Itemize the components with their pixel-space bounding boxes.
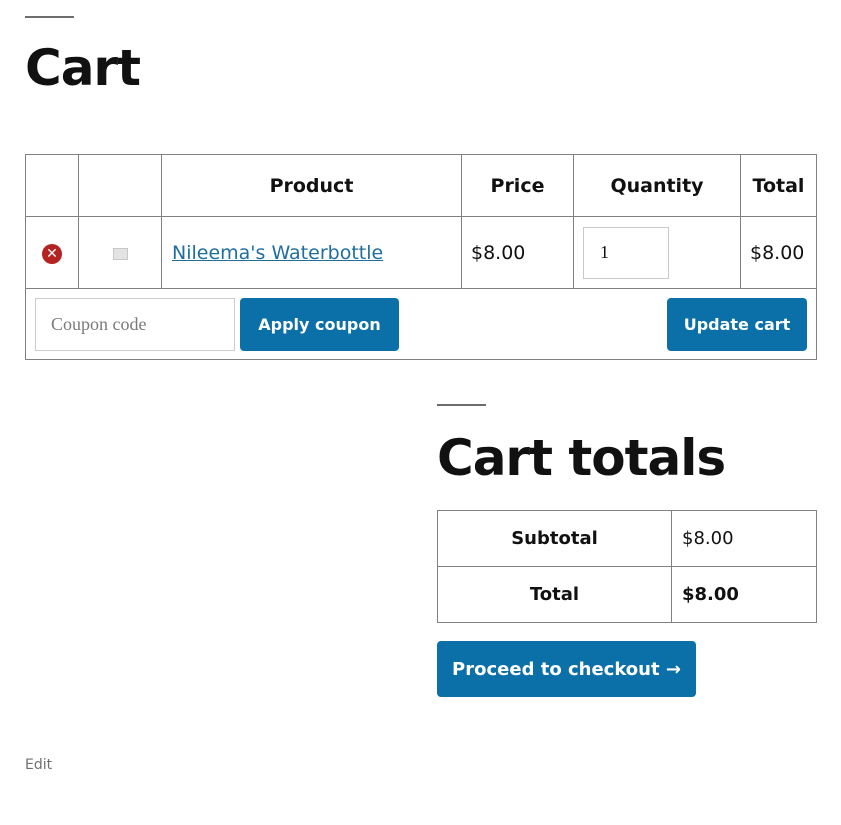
remove-column-header bbox=[25, 154, 79, 217]
price-cell: $8.00 bbox=[461, 216, 574, 289]
total-column-header: Total bbox=[740, 154, 817, 217]
cart-table: Product Price Quantity Total ✕ Nileema's… bbox=[25, 154, 817, 360]
proceed-to-checkout-button[interactable]: Proceed to checkout → bbox=[437, 641, 696, 697]
order-total-value: $8.00 bbox=[671, 566, 817, 623]
cart-actions-row: Apply coupon Update cart bbox=[25, 288, 817, 360]
cart-header-row: Product Price Quantity Total bbox=[25, 154, 817, 217]
line-total-cell: $8.00 bbox=[740, 216, 817, 289]
product-cell: Nileema's Waterbottle bbox=[161, 216, 462, 289]
cart-totals-table: Subtotal $8.00 Total $8.00 bbox=[437, 510, 817, 623]
order-total-row: Total $8.00 bbox=[437, 566, 817, 623]
edit-link[interactable]: Edit bbox=[25, 757, 52, 773]
cart-item-row: ✕ Nileema's Waterbottle $8.00 $8.00 bbox=[25, 216, 817, 289]
cart-actions: Apply coupon Update cart bbox=[26, 289, 816, 359]
subtotal-row: Subtotal $8.00 bbox=[437, 510, 817, 567]
thumbnail-column-header bbox=[78, 154, 162, 217]
price-column-header: Price bbox=[461, 154, 574, 217]
cart-totals-title: Cart totals bbox=[437, 429, 726, 487]
quantity-input[interactable] bbox=[583, 226, 669, 279]
update-cart-button[interactable]: Update cart bbox=[667, 298, 807, 351]
order-total-label: Total bbox=[437, 566, 672, 623]
remove-cell: ✕ bbox=[25, 216, 79, 289]
product-link[interactable]: Nileema's Waterbottle bbox=[172, 242, 383, 264]
image-placeholder-icon[interactable] bbox=[112, 247, 128, 260]
thumbnail-cell bbox=[78, 216, 162, 289]
apply-coupon-button[interactable]: Apply coupon bbox=[240, 298, 399, 351]
quantity-cell bbox=[573, 216, 741, 289]
title-separator bbox=[25, 16, 74, 18]
cart-actions-cell: Apply coupon Update cart bbox=[25, 288, 817, 360]
page-title: Cart bbox=[25, 39, 141, 97]
subtotal-value: $8.00 bbox=[671, 510, 817, 567]
subtotal-label: Subtotal bbox=[437, 510, 672, 567]
quantity-column-header: Quantity bbox=[573, 154, 741, 217]
product-column-header: Product bbox=[161, 154, 462, 217]
totals-separator bbox=[437, 404, 486, 406]
remove-item-icon[interactable]: ✕ bbox=[42, 244, 62, 264]
coupon-code-input[interactable] bbox=[35, 298, 235, 351]
